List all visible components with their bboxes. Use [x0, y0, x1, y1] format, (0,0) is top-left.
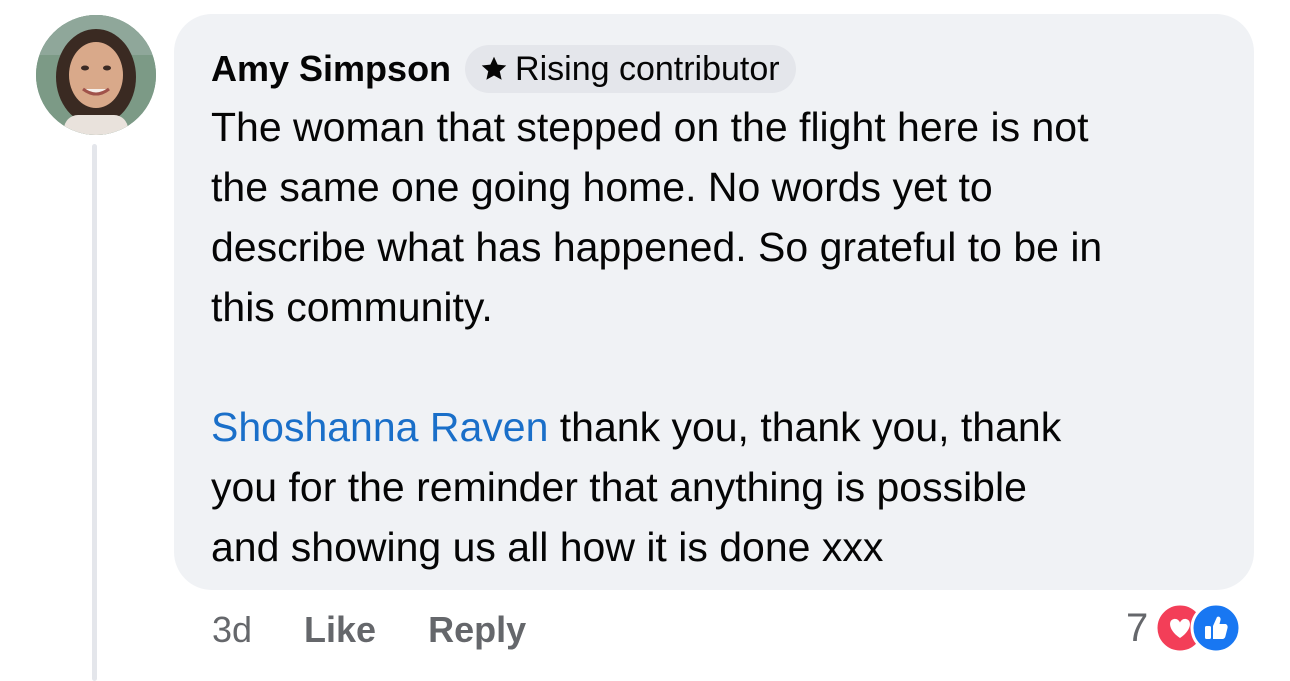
comment-line: you for the reminder that anything is po…: [211, 464, 1027, 510]
comment-header: Amy Simpson Rising contributor: [211, 44, 1218, 94]
reaction-count: 7: [1126, 605, 1149, 650]
comment-bubble: Amy Simpson Rising contributor The woman…: [174, 14, 1254, 590]
comment-line: The woman that stepped on the flight her…: [211, 104, 1089, 150]
comment-actions: 3d Like Reply: [212, 604, 526, 656]
reactions-summary[interactable]: 7: [1126, 600, 1246, 656]
comment-line: this community.: [211, 284, 493, 330]
comment-line: Shoshanna Raven thank you, thank you, th…: [211, 397, 1218, 457]
avatar[interactable]: [36, 15, 156, 135]
author-name[interactable]: Amy Simpson: [211, 48, 451, 90]
comment-thread: Amy Simpson Rising contributor The woman…: [0, 0, 1290, 681]
contributor-badge[interactable]: Rising contributor: [465, 45, 796, 93]
reply-button[interactable]: Reply: [428, 609, 526, 651]
mention-link[interactable]: Shoshanna Raven: [211, 404, 548, 450]
comment-body: The woman that stepped on the flight her…: [211, 97, 1218, 577]
comment-line: describe what has happened. So grateful …: [211, 224, 1103, 270]
thread-line: [92, 144, 97, 681]
reaction-icons: [1154, 600, 1246, 656]
timestamp[interactable]: 3d: [212, 609, 252, 651]
comment-line: the same one going home. No words yet to: [211, 164, 993, 210]
like-icon: [1190, 602, 1242, 659]
badge-label: Rising contributor: [515, 49, 780, 88]
avatar-photo: [36, 15, 156, 135]
like-button[interactable]: Like: [304, 609, 376, 651]
star-icon: [479, 54, 509, 84]
comment-line-text: thank you, thank you, thank: [548, 404, 1062, 450]
comment-line: and showing us all how it is done xxx: [211, 524, 884, 570]
